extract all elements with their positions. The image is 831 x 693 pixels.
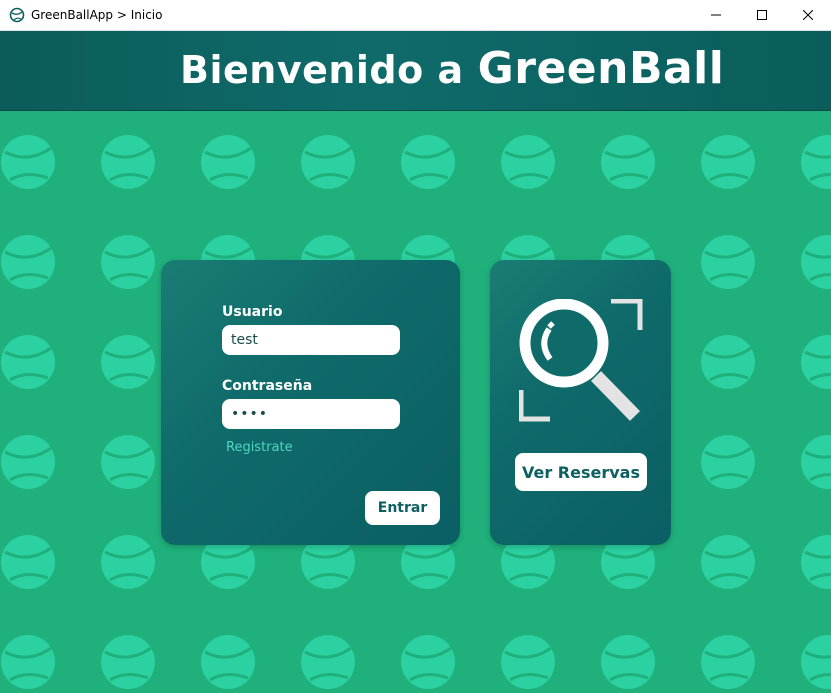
reservations-panel: Ver Reservas [490,260,671,545]
window-title: GreenBallApp > Inicio [31,8,163,22]
username-label: Usuario [222,304,283,320]
login-panel: Usuario Contraseña Registrate Entrar [161,260,460,545]
magnifier-scan-icon [519,299,643,422]
login-submit-button[interactable]: Entrar [365,491,440,525]
maximize-icon [757,10,767,20]
welcome-text: Bienvenido a [180,48,464,92]
username-input[interactable] [222,325,400,355]
welcome-title: Bienvenido a GreenBall [180,43,724,94]
password-label: Contraseña [222,378,313,394]
window-titlebar: GreenBallApp > Inicio [0,0,831,31]
maximize-button[interactable] [739,0,785,31]
minimize-icon [711,14,721,16]
close-icon [803,10,813,20]
close-button[interactable] [785,0,831,31]
brand-logo: GreenBall [477,43,725,94]
welcome-header: Bienvenido a GreenBall [0,31,831,111]
minimize-button[interactable] [693,0,739,31]
password-input[interactable] [222,399,400,429]
app-logo-icon [9,7,25,23]
register-link[interactable]: Registrate [226,440,293,455]
view-reservations-button[interactable]: Ver Reservas [515,453,647,491]
